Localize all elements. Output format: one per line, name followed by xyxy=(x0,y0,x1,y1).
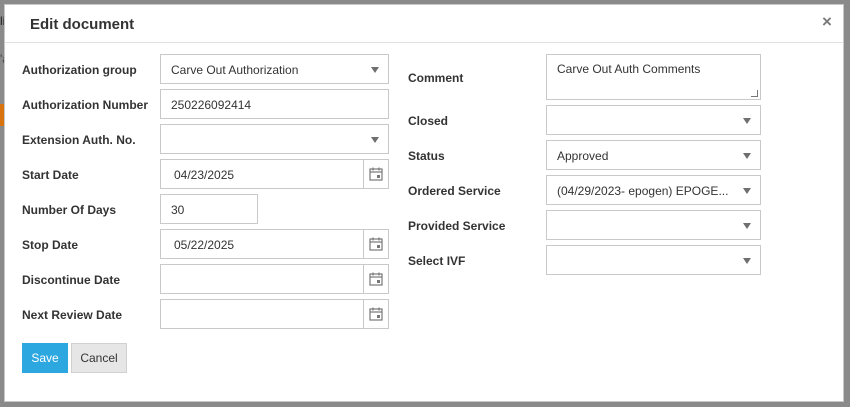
start-date-label: Start Date xyxy=(22,168,79,182)
stop-date-input[interactable]: 05/22/2025 xyxy=(160,229,389,259)
comment-textarea[interactable]: Carve Out Auth Comments xyxy=(546,54,761,100)
provided-service-select[interactable] xyxy=(546,210,761,240)
chevron-down-icon xyxy=(743,258,751,264)
select-ivf-label: Select IVF xyxy=(408,254,466,268)
status-select[interactable]: Approved xyxy=(546,140,761,170)
cancel-button[interactable]: Cancel xyxy=(71,343,127,373)
chevron-down-icon xyxy=(743,223,751,229)
resize-handle-icon[interactable] xyxy=(751,90,758,97)
stop-date-label: Stop Date xyxy=(22,238,79,252)
calendar-icon[interactable] xyxy=(363,265,388,293)
status-label: Status xyxy=(408,149,445,163)
next-review-date-label: Next Review Date xyxy=(22,308,123,322)
chevron-down-icon xyxy=(371,67,379,73)
status-value: Approved xyxy=(557,149,609,163)
close-icon[interactable]: × xyxy=(819,13,835,31)
start-date-value: 04/23/2025 xyxy=(174,168,235,182)
extension-auth-no-label: Extension Auth. No. xyxy=(22,133,136,147)
authorization-number-value: 250226092414 xyxy=(171,98,252,112)
discontinue-date-input[interactable] xyxy=(160,264,389,294)
number-of-days-label: Number Of Days xyxy=(22,203,117,217)
next-review-date-input[interactable] xyxy=(160,299,389,329)
discontinue-date-label: Discontinue Date xyxy=(22,273,121,287)
dialog-title: Edit document xyxy=(30,16,135,33)
calendar-icon[interactable] xyxy=(363,300,388,328)
closed-select[interactable] xyxy=(546,105,761,135)
comment-label: Comment xyxy=(408,71,464,85)
ordered-service-label: Ordered Service xyxy=(408,184,501,198)
save-button[interactable]: Save xyxy=(22,343,68,373)
stop-date-value: 05/22/2025 xyxy=(174,238,235,252)
edit-document-dialog: Edit document × Authorization group Carv… xyxy=(4,4,844,402)
ordered-service-select[interactable]: (04/29/2023- epogen) EPOGE... xyxy=(546,175,761,205)
authorization-number-label: Authorization Number xyxy=(22,98,148,112)
calendar-icon[interactable] xyxy=(363,230,388,258)
chevron-down-icon xyxy=(371,137,379,143)
extension-auth-no-select[interactable] xyxy=(160,124,389,154)
provided-service-label: Provided Service xyxy=(408,219,506,233)
comment-value: Carve Out Auth Comments xyxy=(557,62,701,76)
chevron-down-icon xyxy=(743,118,751,124)
ordered-service-value: (04/29/2023- epogen) EPOGE... xyxy=(557,184,729,198)
number-of-days-input[interactable]: 30 xyxy=(160,194,258,224)
select-ivf-select[interactable] xyxy=(546,245,761,275)
authorization-group-value: Carve Out Authorization xyxy=(171,63,299,77)
chevron-down-icon xyxy=(743,188,751,194)
closed-label: Closed xyxy=(408,114,449,128)
authorization-group-select[interactable]: Carve Out Authorization xyxy=(160,54,389,84)
number-of-days-value: 30 xyxy=(171,203,185,217)
start-date-input[interactable]: 04/23/2025 xyxy=(160,159,389,189)
chevron-down-icon xyxy=(743,153,751,159)
dialog-header: Edit document × xyxy=(5,5,843,43)
calendar-icon[interactable] xyxy=(363,160,388,188)
authorization-group-label: Authorization group xyxy=(22,63,137,77)
authorization-number-input[interactable]: 250226092414 xyxy=(160,89,389,119)
